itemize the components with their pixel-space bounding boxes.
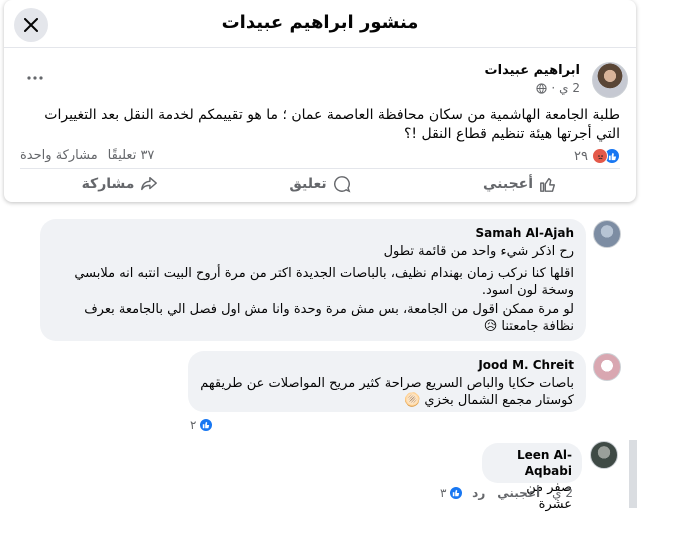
close-icon — [24, 18, 38, 32]
share-label: مشاركة — [81, 175, 135, 192]
reactions-count: ٢٩ — [574, 148, 588, 164]
comment-icon — [333, 175, 351, 193]
comment-meta: 2 ي أعجبني رد — [472, 486, 573, 500]
angry-reaction-icon — [592, 148, 608, 164]
dialog-title: منشور ابراهيم عبيدات — [221, 12, 419, 33]
post-stats: ٣٧ تعليقًا مشاركة واحدة — [20, 148, 154, 163]
comment-button[interactable]: تعليق — [220, 169, 420, 198]
scrollbar[interactable] — [629, 440, 637, 508]
commenter-avatar[interactable] — [593, 353, 621, 381]
share-button[interactable]: مشاركة — [20, 169, 220, 198]
comment-bubble: Jood M. Chreit باصات حكايا والباص السريع… — [188, 351, 586, 412]
comment-line: باصات حكايا والباص السريع صراحة كثير مري… — [200, 376, 574, 408]
post-actions: أعجبني تعليق مشاركة — [20, 168, 620, 198]
commenter-name[interactable]: Samah Al-Ajah — [52, 225, 574, 241]
like-button[interactable]: أعجبني — [420, 169, 620, 198]
comment-label: تعليق — [289, 175, 327, 192]
like-reaction-icon — [449, 486, 464, 500]
like-reaction-icon — [199, 418, 214, 432]
share-icon — [141, 176, 158, 190]
close-button[interactable] — [14, 8, 48, 42]
comment-line: رح اذكر شيء واحد من قائمة تطول — [383, 244, 574, 259]
commenter-avatar[interactable] — [590, 441, 618, 469]
comment-line: اقلها كنا نركب زمان بهندام نظيف، بالباصا… — [74, 266, 574, 298]
comment-reactions[interactable]: ٣ — [440, 486, 464, 500]
comment-bubble: Samah Al-Ajah رح اذكر شيء واحد من قائمة … — [40, 219, 586, 341]
more-options-button[interactable] — [24, 68, 46, 88]
comment-like-button[interactable]: أعجبني — [497, 486, 540, 500]
comments-count[interactable]: ٣٧ تعليقًا — [108, 148, 155, 163]
comment-reply-button[interactable]: رد — [472, 486, 485, 500]
meta-separator: · — [551, 81, 556, 95]
comment-reaction-count: ٢ — [190, 418, 197, 432]
globe-icon — [536, 82, 547, 94]
comment-reactions[interactable]: ٢ — [190, 418, 214, 432]
shares-count[interactable]: مشاركة واحدة — [20, 148, 98, 163]
comment-time[interactable]: 2 ي — [552, 486, 573, 500]
comment-line: لو مرة ممكن اقول من الجامعة، بس مش مرة و… — [84, 302, 574, 334]
more-icon — [27, 76, 43, 80]
author-avatar[interactable] — [592, 62, 628, 98]
like-label: أعجبني — [482, 175, 534, 192]
commenter-name[interactable]: Jood M. Chreit — [200, 357, 574, 373]
post-meta: 2 ي · — [536, 81, 580, 95]
comment-reaction-count: ٣ — [440, 486, 447, 500]
commenter-avatar[interactable] — [593, 220, 621, 248]
dialog-header: منشور ابراهيم عبيدات — [4, 0, 636, 48]
thumbs-up-icon — [540, 177, 556, 192]
commenter-name[interactable]: Leen Al-Aqbabi — [492, 447, 572, 479]
post-dialog: منشور ابراهيم عبيدات ابراهيم عبيدات 2 ي … — [4, 0, 636, 202]
comment-bubble: Leen Al-Aqbabi صفر من عشرة — [482, 443, 582, 512]
post-time[interactable]: 2 ي — [559, 81, 580, 95]
post-reactions[interactable]: ٢٩ — [574, 148, 620, 164]
post-text: طلبة الجامعة الهاشمية من سكان محافظة الع… — [44, 107, 620, 142]
post-author[interactable]: ابراهيم عبيدات — [485, 63, 580, 78]
